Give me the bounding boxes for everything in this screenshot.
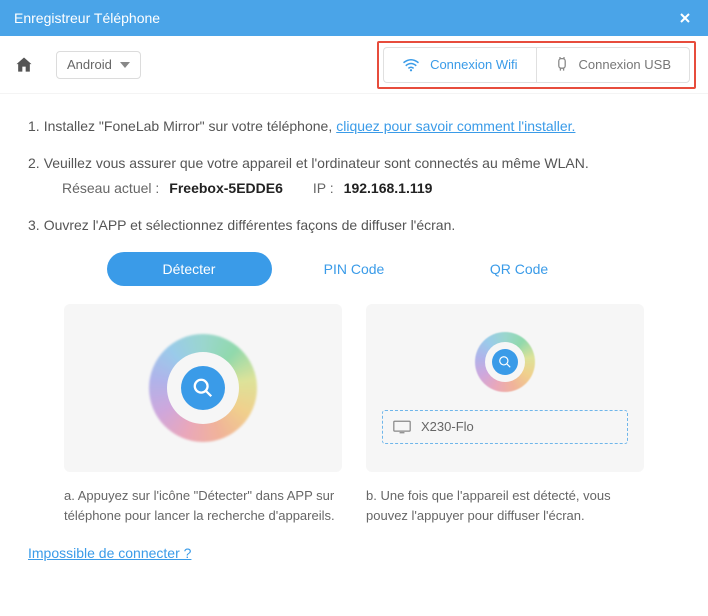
detect-indicator xyxy=(492,349,518,375)
tab-qr-code[interactable]: QR Code xyxy=(437,252,602,286)
connection-tabs: Connexion Wifi Connexion USB xyxy=(377,41,696,89)
step-2-number: 2. xyxy=(28,153,40,174)
window-title: Enregistreur Téléphone xyxy=(14,10,160,26)
footer: Impossible de connecter ? xyxy=(0,535,708,581)
detected-device[interactable]: X230-Flo xyxy=(382,410,628,444)
search-small-icon xyxy=(498,355,512,369)
detect-ring-small xyxy=(475,332,535,392)
usb-icon xyxy=(555,57,569,73)
usb-label: Connexion USB xyxy=(579,57,672,72)
ip-value: 192.168.1.119 xyxy=(344,178,433,199)
device-name: X230-Flo xyxy=(421,417,474,437)
wifi-label: Connexion Wifi xyxy=(430,57,517,72)
step-1-number: 1. xyxy=(28,116,40,137)
card-b: X230-Flo b. Une fois que l'appareil est … xyxy=(366,304,644,525)
card-a-caption: a. Appuyez sur l'icône "Détecter" dans A… xyxy=(64,486,342,525)
step-1: 1. Installez "FoneLab Mirror" sur votre … xyxy=(28,116,680,137)
step-3: 3. Ouvrez l'APP et sélectionnez différen… xyxy=(28,215,680,236)
network-label: Réseau actuel : xyxy=(62,178,159,199)
card-b-caption: b. Une fois que l'appareil est détecté, … xyxy=(366,486,644,525)
step-2: 2. Veuillez vous assurer que votre appar… xyxy=(28,153,680,199)
card-a-box xyxy=(64,304,342,472)
platform-label: Android xyxy=(67,57,112,72)
wifi-connection-tab[interactable]: Connexion Wifi xyxy=(383,47,535,83)
content-area: 1. Installez "FoneLab Mirror" sur votre … xyxy=(0,94,708,535)
toolbar: Android Connexion Wifi Connexion USB xyxy=(0,36,708,94)
detect-button[interactable] xyxy=(181,366,225,410)
title-bar: Enregistreur Téléphone xyxy=(0,0,708,36)
step-3-number: 3. xyxy=(28,215,40,236)
home-icon xyxy=(14,55,34,75)
monitor-icon xyxy=(393,420,411,434)
step-2-text: Veuillez vous assurer que votre appareil… xyxy=(44,153,589,174)
step-3-text: Ouvrez l'APP et sélectionnez différentes… xyxy=(44,215,456,236)
detect-ring xyxy=(149,334,257,442)
chevron-down-icon xyxy=(120,62,130,68)
network-info: Réseau actuel : Freebox-5EDDE6 IP : 192.… xyxy=(28,178,680,199)
network-value: Freebox-5EDDE6 xyxy=(169,178,283,199)
install-help-link[interactable]: cliquez pour savoir comment l'installer. xyxy=(336,116,575,137)
cant-connect-link[interactable]: Impossible de connecter ? xyxy=(28,545,191,561)
tab-pin-code[interactable]: PIN Code xyxy=(272,252,437,286)
usb-connection-tab[interactable]: Connexion USB xyxy=(536,47,691,83)
close-button[interactable] xyxy=(676,9,694,27)
close-icon xyxy=(679,12,691,24)
ip-label: IP : xyxy=(313,178,334,199)
tab-detect[interactable]: Détecter xyxy=(107,252,272,286)
search-icon xyxy=(192,377,214,399)
platform-select[interactable]: Android xyxy=(56,51,141,79)
cards-row: a. Appuyez sur l'icône "Détecter" dans A… xyxy=(28,304,680,525)
home-button[interactable] xyxy=(10,51,38,79)
card-b-box: X230-Flo xyxy=(366,304,644,472)
step-1-text: Installez "FoneLab Mirror" sur votre tél… xyxy=(44,116,333,137)
card-a: a. Appuyez sur l'icône "Détecter" dans A… xyxy=(64,304,342,525)
wifi-icon xyxy=(402,58,420,72)
method-tabs: Détecter PIN Code QR Code xyxy=(28,252,680,286)
